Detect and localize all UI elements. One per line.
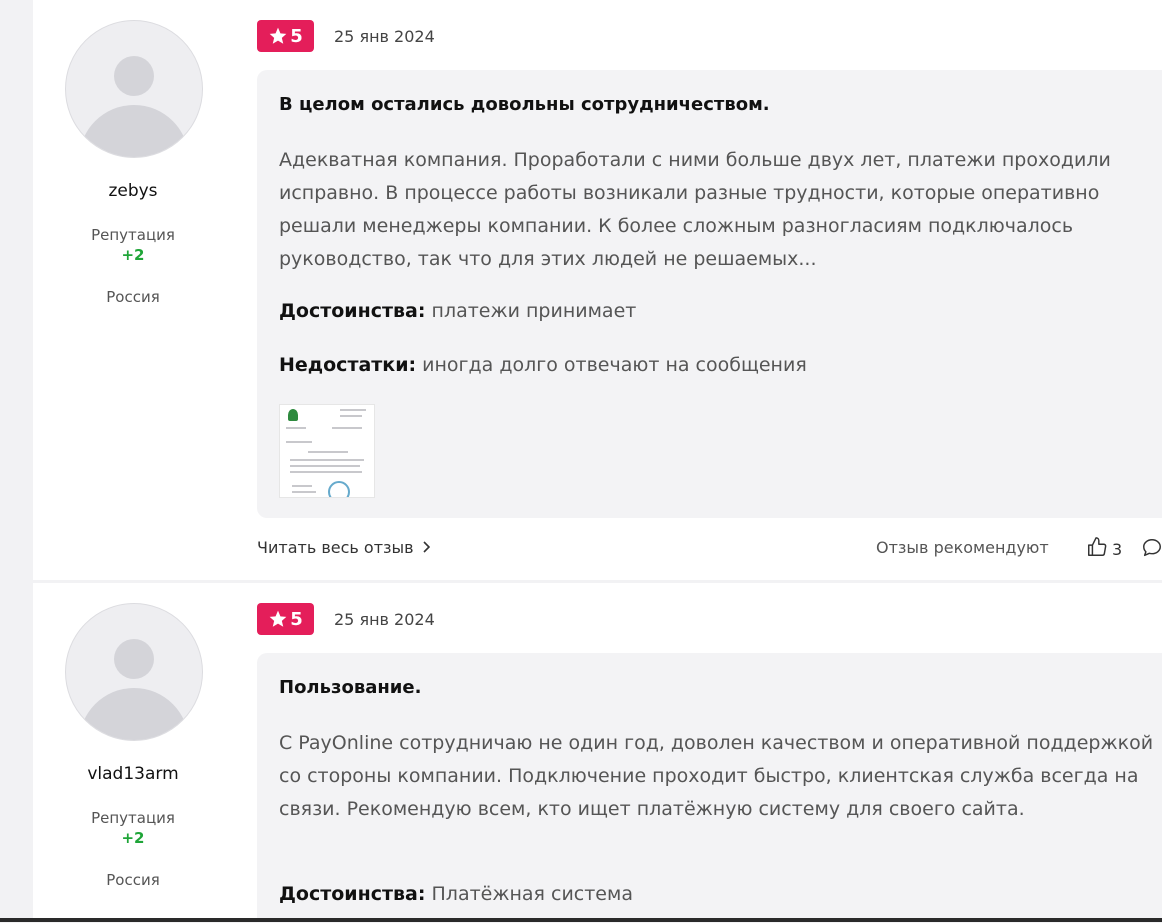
rating-badge: 5 [257,603,314,635]
thumbnail-logo-icon [288,409,298,421]
avatar-head [114,639,154,679]
review-date: 25 янв 2024 [334,610,435,629]
reputation-label: Репутация [91,226,175,244]
avatar[interactable] [65,603,203,741]
thumb-line [340,409,366,411]
avatar-body [79,688,189,740]
user-country: Россия [106,288,160,306]
pros-label: Достоинства: [279,300,426,322]
pros: Достоинства: платежи принимает [279,300,636,322]
username-link[interactable]: vlad13arm [33,764,233,784]
cons: Недостатки: иногда долго отвечают на соо… [279,354,807,376]
star-icon [268,609,288,629]
pros-text: платежи принимает [431,300,637,322]
user-country: Россия [106,871,160,889]
thumb-line [292,485,312,487]
thumb-line [308,451,348,453]
rating-value: 5 [290,608,303,630]
pros-text: Платёжная система [431,883,633,905]
thumb-line [292,491,316,493]
read-more-link[interactable]: Читать весь отзыв [257,538,430,557]
recommend-label: Отзыв рекомендуют [876,538,1049,557]
review-card: zebys Репутация +2 Россия 5 25 янв 2024 … [33,0,1162,580]
comment-icon [1141,539,1162,563]
rating-value: 5 [290,25,303,47]
reputation-label: Репутация [91,809,175,827]
thumb-line [286,427,306,429]
review-body: Пользование. С PayOnline сотрудничаю не … [257,653,1162,923]
avatar-body [79,105,189,157]
thumb-line [290,471,362,473]
reputation-value: +2 [121,829,145,847]
thumb-line [332,427,362,429]
pros: Достоинства: Платёжная система [279,883,633,905]
review-title[interactable]: В целом остались довольны сотрудничество… [279,94,1159,115]
username-link[interactable]: zebys [33,181,233,201]
comment-button[interactable] [1141,537,1162,563]
bottom-edge-bar [0,918,1162,922]
thumbs-up-icon [1086,536,1108,562]
thumb-line [286,441,312,443]
like-button[interactable]: 3 [1086,536,1122,562]
review-footer: Читать весь отзыв Отзыв рекомендуют 3 [257,536,1162,562]
review-card: vlad13arm Репутация +2 Россия 5 25 янв 2… [33,583,1162,923]
review-date: 25 янв 2024 [334,27,435,46]
thumb-line [290,459,364,461]
read-more-label: Читать весь отзыв [257,538,414,557]
avatar[interactable] [65,20,203,158]
star-icon [268,26,288,46]
review-title[interactable]: Пользование. [279,677,1159,698]
thumb-line [290,465,360,467]
attachment-thumbnail[interactable] [279,404,375,498]
thumbnail-stamp-icon [328,481,350,497]
rating-badge: 5 [257,20,314,52]
avatar-head [114,56,154,96]
like-count: 3 [1112,539,1123,559]
review-body: В целом остались довольны сотрудничество… [257,70,1162,518]
thumb-line [340,415,362,417]
review-text: Адекватная компания. Проработали с ними … [279,149,1111,270]
reputation-value: +2 [121,246,145,264]
cons-label: Недостатки: [279,354,417,376]
cons-text: иногда долго отвечают на сообщения [422,354,807,376]
review-text: С PayOnline сотрудничаю не один год, дов… [279,732,1154,820]
pros-label: Достоинства: [279,883,426,905]
chevron-right-icon [422,538,430,557]
